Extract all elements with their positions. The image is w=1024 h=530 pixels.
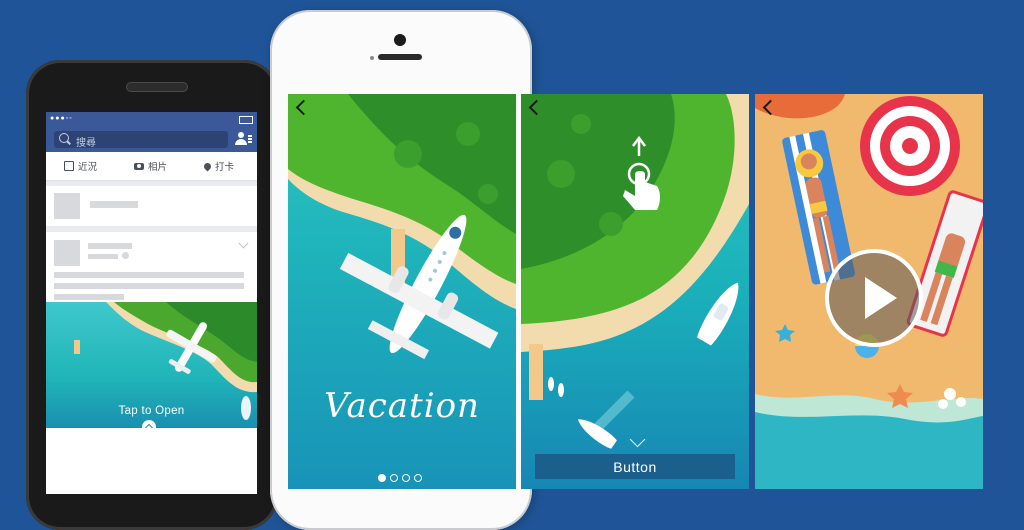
friend-requests-icon[interactable] [234, 131, 252, 147]
play-icon[interactable] [825, 249, 923, 347]
phone-speaker [378, 54, 422, 60]
text-placeholder [54, 294, 124, 300]
video-panel[interactable] [755, 94, 983, 489]
text-placeholder [88, 243, 132, 249]
avatar [54, 193, 80, 219]
front-camera [394, 34, 406, 46]
checkin-label: 打卡 [215, 162, 235, 173]
status-label: 近況 [78, 162, 98, 173]
signal-icon: ●●●◦◦ [50, 115, 73, 122]
ad-canvas[interactable]: Tap to Open [46, 302, 257, 428]
island-airplane-illustration [288, 94, 516, 360]
cta-button[interactable]: Button [535, 454, 735, 479]
chevron-down-icon[interactable] [238, 238, 249, 249]
globe-icon [122, 252, 129, 259]
page-dot-active [378, 474, 386, 482]
android-phone: ●●●◦◦ 搜尋 近況 相片 打卡 Tap to Open [26, 60, 278, 530]
sponsored-post: Tap to Open [46, 232, 257, 494]
chevron-up-icon[interactable] [142, 420, 156, 428]
coast-boat-illustration [521, 94, 749, 449]
tap-to-open-label[interactable]: Tap to Open [46, 405, 257, 417]
facebook-nav-bar: 搜尋 [46, 126, 257, 152]
location-pin-icon [202, 161, 213, 171]
search-input[interactable]: 搜尋 [54, 131, 228, 149]
vacation-title: Vacation [324, 386, 480, 426]
composer-actions: 近況 相片 打卡 [46, 152, 257, 181]
edit-icon [64, 161, 74, 171]
search-icon [59, 133, 69, 143]
page-dot [414, 474, 422, 482]
proximity-sensor [370, 56, 374, 60]
status-bar: ●●●◦◦ [46, 112, 257, 126]
photo-button[interactable]: 相片 [134, 152, 167, 180]
page-dot [390, 474, 398, 482]
facebook-screen: ●●●◦◦ 搜尋 近況 相片 打卡 Tap to Open [46, 112, 257, 494]
page-indicator [378, 474, 422, 482]
status-button[interactable]: 近況 [64, 152, 97, 180]
text-placeholder [90, 201, 138, 208]
checkin-button[interactable]: 打卡 [202, 152, 235, 180]
page-dot [402, 474, 410, 482]
photo-label: 相片 [148, 162, 168, 173]
text-placeholder [54, 272, 244, 278]
camera-icon [134, 162, 144, 170]
text-placeholder [88, 254, 118, 259]
vacation-panel[interactable]: Vacation [288, 94, 516, 489]
battery-icon [239, 116, 253, 124]
search-placeholder: 搜尋 [76, 138, 96, 149]
feed-story-placeholder [46, 186, 257, 226]
avatar [54, 240, 80, 266]
text-placeholder [54, 283, 244, 289]
swipe-panel[interactable]: Button [521, 94, 749, 489]
phone-speaker [126, 82, 188, 92]
